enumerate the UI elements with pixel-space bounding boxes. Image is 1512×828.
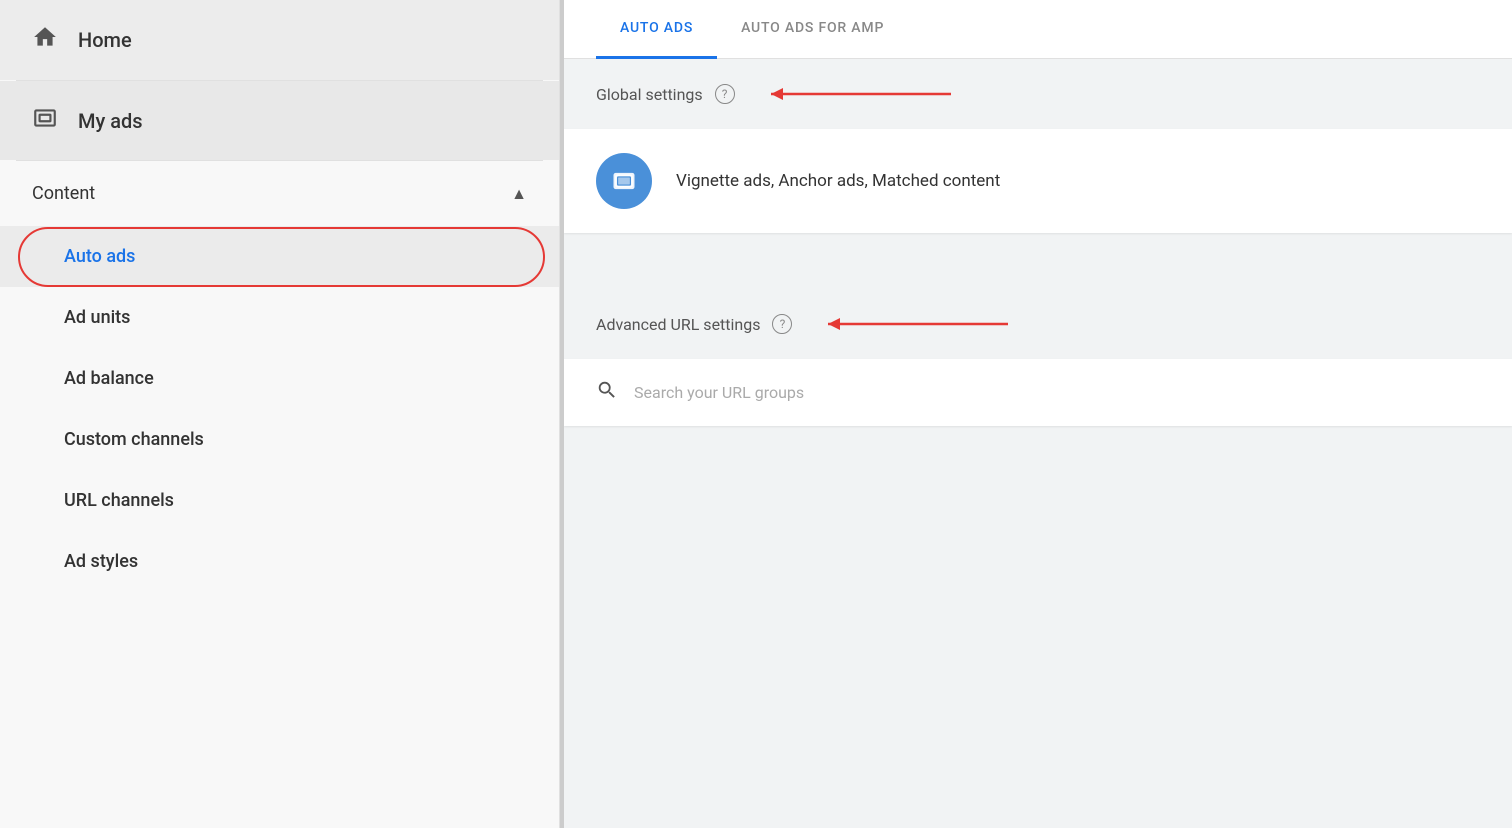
home-icon [32, 24, 58, 56]
arrow-annotation-global [751, 79, 971, 109]
ad-icon [596, 153, 652, 209]
sidebar-item-my-ads[interactable]: My ads [0, 81, 559, 160]
sidebar-item-home[interactable]: Home [0, 0, 559, 80]
content-label: Content [32, 183, 95, 204]
card-description: Vignette ads, Anchor ads, Matched conten… [676, 171, 1000, 191]
ad-balance-label: Ad balance [64, 368, 154, 389]
sidebar-item-url-channels[interactable]: URL channels [0, 470, 559, 531]
ad-styles-label: Ad styles [64, 551, 138, 572]
global-settings-card[interactable]: Vignette ads, Anchor ads, Matched conten… [564, 129, 1512, 233]
sidebar-item-auto-ads[interactable]: Auto ads [0, 226, 559, 287]
sidebar-item-custom-channels[interactable]: Custom channels [0, 409, 559, 470]
tabs-bar: AUTO ADS AUTO ADS FOR AMP [564, 0, 1512, 59]
sidebar-item-ad-balance[interactable]: Ad balance [0, 348, 559, 409]
content-section-header[interactable]: Content ▲ [0, 161, 559, 226]
advanced-url-settings-header: Advanced URL settings ? [564, 289, 1512, 359]
chevron-up-icon: ▲ [511, 184, 527, 204]
red-arrow-advanced [808, 309, 1028, 339]
custom-channels-label: Custom channels [64, 429, 204, 450]
sidebar-item-ad-styles[interactable]: Ad styles [0, 531, 559, 592]
sidebar-item-ad-units[interactable]: Ad units [0, 287, 559, 348]
spacer-2 [564, 257, 1512, 273]
content-area: Global settings ? V [564, 59, 1512, 426]
home-label: Home [78, 28, 132, 52]
advanced-url-settings-help-icon[interactable]: ? [772, 314, 792, 334]
my-ads-icon [32, 105, 58, 136]
sidebar: Home My ads Content ▲ Auto ads Ad units … [0, 0, 560, 828]
arrow-annotation-advanced [808, 309, 1028, 339]
global-settings-header: Global settings ? [564, 59, 1512, 129]
tab-auto-ads-amp[interactable]: AUTO ADS FOR AMP [717, 0, 908, 59]
auto-ads-label: Auto ads [64, 246, 135, 267]
spacer-1 [564, 241, 1512, 257]
url-channels-label: URL channels [64, 490, 174, 511]
advanced-url-settings-title: Advanced URL settings [596, 315, 760, 334]
search-url-groups-box[interactable]: Search your URL groups [564, 359, 1512, 426]
tab-auto-ads[interactable]: AUTO ADS [596, 0, 717, 59]
spacer-3 [564, 273, 1512, 289]
global-settings-help-icon[interactable]: ? [715, 84, 735, 104]
my-ads-label: My ads [78, 109, 143, 133]
ad-units-label: Ad units [64, 307, 130, 328]
main-content: AUTO ADS AUTO ADS FOR AMP Global setting… [564, 0, 1512, 828]
search-icon [596, 379, 618, 406]
global-settings-title: Global settings [596, 85, 703, 104]
red-arrow-global [751, 79, 971, 109]
search-url-groups-placeholder: Search your URL groups [634, 383, 804, 402]
